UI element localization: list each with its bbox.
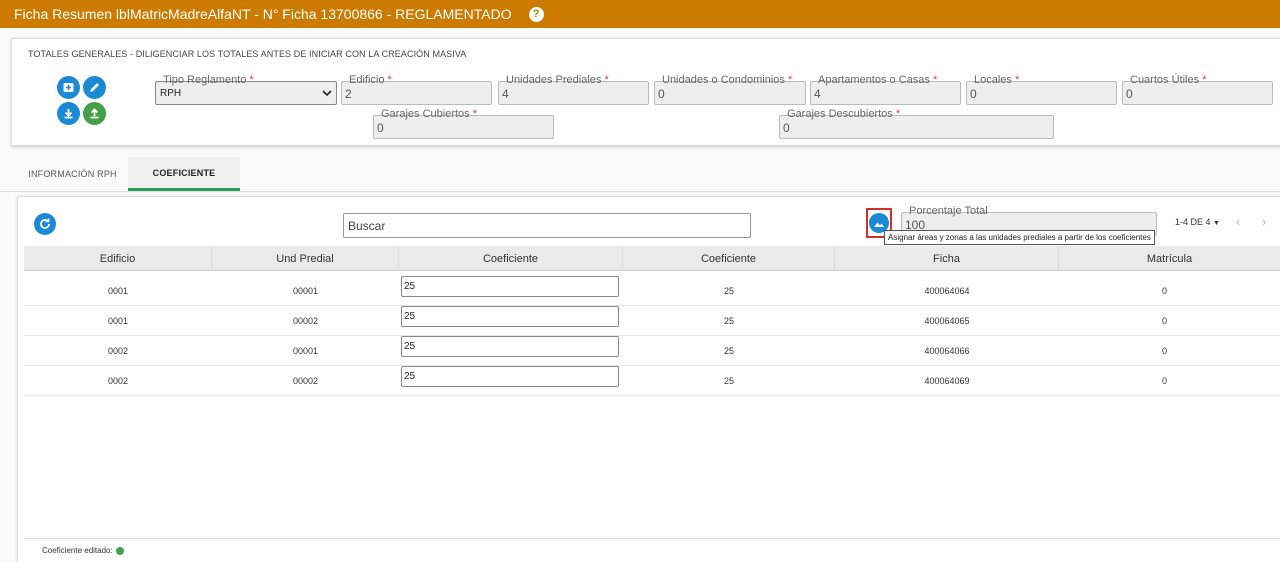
footer-divider (24, 538, 1280, 539)
pagination-label: 1-4 DE 4 (1175, 217, 1211, 227)
chevron-left-icon[interactable]: ‹ (1236, 214, 1240, 229)
cell-ficha: 400064065 (924, 315, 970, 326)
edificio-label: Edificio * (349, 74, 392, 86)
table-row: 0002 00001 25 400064066 0 (24, 336, 1280, 366)
cuartos-utiles-label: Cuartos Útiles * (1130, 74, 1207, 86)
tab-informacion-rph[interactable]: INFORMACIÓN RPH (17, 157, 128, 191)
cell-und-predial: 00002 (292, 375, 319, 386)
apartamentos-casas-field[interactable]: 4 Apartamentos o Casas * (810, 74, 961, 105)
tab-coeficiente[interactable]: COEFICIENTE (128, 157, 240, 191)
cell-matricula: 0 (1161, 345, 1167, 356)
cell-und-predial: 00001 (292, 285, 319, 296)
cell-coeficiente: 25 (723, 315, 734, 326)
tipo-reglamento-label: Tipo Reglamento * (163, 74, 254, 86)
column-header-matricula[interactable]: Matrícula (1059, 246, 1280, 271)
tab-divider (0, 191, 1280, 192)
upload-button[interactable] (83, 102, 106, 125)
refresh-button[interactable] (34, 213, 56, 235)
cell-coeficiente: 25 (723, 345, 734, 356)
cell-edificio: 0001 (107, 285, 129, 296)
upload-icon (90, 108, 99, 119)
unidades-condominios-label: Unidades o Condominios * (662, 74, 793, 86)
edited-status-dot (115, 546, 124, 555)
cell-edificio: 0002 (107, 375, 129, 386)
apartamentos-casas-label: Apartamentos o Casas * (818, 74, 938, 86)
landscape-icon (874, 222, 884, 227)
coeficiente-input[interactable] (401, 306, 619, 327)
column-header-coeficiente-input[interactable]: Coeficiente (399, 246, 623, 271)
garajes-cubiertos-field[interactable]: 0 Garajes Cubiertos * (373, 108, 554, 139)
edit-button[interactable] (83, 76, 106, 99)
cuartos-utiles-field[interactable]: 0 Cuartos Útiles * (1122, 74, 1273, 105)
chevron-down-icon (322, 89, 332, 96)
table-row: 0001 00002 25 400064065 0 (24, 306, 1280, 336)
cell-matricula: 0 (1161, 285, 1167, 296)
porcentaje-total-label: Porcentaje Total (909, 205, 988, 217)
coeficiente-input[interactable] (401, 366, 619, 387)
cell-matricula: 0 (1161, 315, 1167, 326)
pagination-dropdown[interactable]: 1-4 DE 4 ▼ (1175, 217, 1220, 227)
column-header-und-predial[interactable]: Und Predial (212, 246, 399, 271)
cell-ficha: 400064066 (924, 345, 970, 356)
coeficiente-input[interactable] (401, 336, 619, 357)
cell-edificio: 0002 (107, 345, 129, 356)
caret-down-icon: ▼ (1213, 220, 1220, 227)
cell-ficha: 400064064 (924, 285, 970, 296)
tipo-reglamento-value: RPH (160, 87, 182, 99)
cell-und-predial: 00001 (292, 345, 319, 356)
refresh-icon (40, 218, 50, 229)
column-header-coeficiente[interactable]: Coeficiente (623, 246, 835, 271)
locales-field[interactable]: 0 Locales * (966, 74, 1117, 105)
question-circle-icon[interactable]: ? (528, 6, 544, 22)
tab-bar: INFORMACIÓN RPH COEFICIENTE (17, 157, 240, 191)
assign-areas-tooltip: Asignar áreas y zonas a las unidades pre… (884, 230, 1155, 245)
title-bar: Ficha Resumen lblMatricMadreAlfaNT - N° … (0, 0, 1280, 28)
download-icon (64, 109, 73, 119)
cell-und-predial: 00002 (292, 315, 319, 326)
unidades-prediales-field[interactable]: 4 Unidades Prediales * (498, 74, 649, 105)
table-row: 0001 00001 25 400064064 0 (24, 276, 1280, 306)
garajes-descubiertos-label: Garajes Descubiertos * (787, 108, 901, 120)
edificio-field[interactable]: 2 Edificio * (341, 74, 492, 105)
coeficiente-input[interactable] (401, 276, 619, 297)
tipo-reglamento-field[interactable]: RPH Tipo Reglamento * (155, 74, 337, 105)
garajes-cubiertos-label: Garajes Cubiertos * (381, 108, 477, 120)
add-icon (63, 83, 74, 92)
table-header: Edificio Und Predial Coeficiente Coefici… (24, 246, 1280, 271)
garajes-descubiertos-field[interactable]: 0 Garajes Descubiertos * (779, 108, 1054, 139)
cell-coeficiente: 25 (723, 285, 734, 296)
download-button[interactable] (57, 102, 80, 125)
totals-panel: TOTALES GENERALES - DILIGENCIAR LOS TOTA… (11, 38, 1280, 146)
add-record-button[interactable] (57, 76, 80, 99)
pencil-icon (90, 83, 99, 92)
edited-legend-label: Coeficiente editado: (42, 546, 113, 555)
cell-ficha: 400064069 (924, 375, 970, 386)
cell-edificio: 0001 (107, 315, 129, 326)
column-header-edificio[interactable]: Edificio (24, 246, 212, 271)
column-header-ficha[interactable]: Ficha (835, 246, 1059, 271)
table-row: 0002 00002 25 400064069 0 (24, 366, 1280, 396)
unidades-prediales-label: Unidades Prediales * (506, 74, 609, 86)
cell-coeficiente: 25 (723, 375, 734, 386)
cell-matricula: 0 (1161, 375, 1167, 386)
locales-label: Locales * (974, 74, 1020, 86)
unidades-condominios-field[interactable]: 0 Unidades o Condominios * (654, 74, 806, 105)
totals-title: TOTALES GENERALES - DILIGENCIAR LOS TOTA… (28, 49, 467, 59)
page-title: Ficha Resumen lblMatricMadreAlfaNT - N° … (14, 6, 512, 22)
search-input[interactable] (343, 213, 751, 238)
edited-legend: Coeficiente editado: (42, 546, 124, 555)
chevron-right-icon[interactable]: › (1262, 214, 1266, 229)
